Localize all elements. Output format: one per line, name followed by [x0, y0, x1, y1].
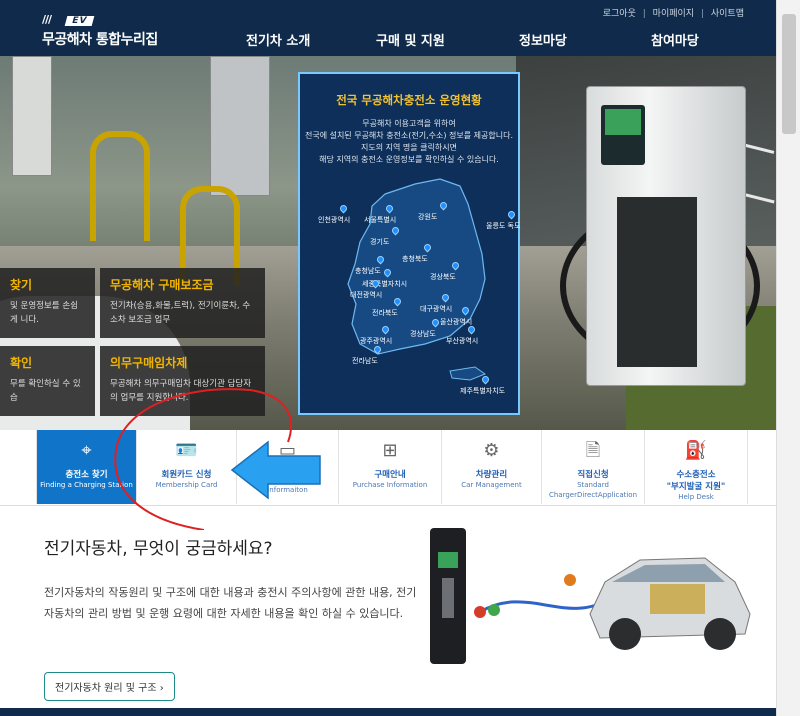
map-region-label[interactable]: 대구광역시 — [420, 304, 452, 314]
sitemap-link[interactable]: 사이트맵 — [709, 9, 746, 19]
logo-ev-badge: EV — [64, 16, 95, 26]
quick-direct-application[interactable]: 🗎 직접신청 Standard ChargerDirectApplication — [541, 430, 644, 504]
info-box-check[interactable]: 확인 무를 확인하실 수 있습 — [0, 346, 95, 416]
info-box-text: 무를 확인하실 수 있습 — [10, 379, 81, 403]
map-region-label[interactable]: 서울특별시 — [364, 215, 396, 225]
map-region-label[interactable]: 전라북도 — [372, 308, 398, 318]
building-pillar — [12, 56, 52, 176]
ev-charger-image — [586, 86, 746, 386]
quick-label: "부지발굴 지원" — [666, 482, 726, 492]
map-region-label[interactable]: 충청남도 — [355, 266, 381, 276]
map-region-label[interactable]: 부산광역시 — [446, 336, 478, 346]
map-region-label[interactable]: 세종특별자치시 — [362, 279, 407, 289]
info-box-title: 확인 — [10, 356, 33, 370]
info-box-title: 무공해차 구매보조금 — [110, 278, 214, 292]
logo-slashes: /// — [42, 13, 52, 26]
utility-links: 로그아웃 | 마이페이지 | 사이트맵 — [601, 6, 746, 19]
ev-illustration — [430, 528, 751, 664]
map-region-label[interactable]: 전라남도 — [352, 356, 378, 366]
location-pin-icon: ⌖ — [81, 440, 92, 461]
quick-label: 차량관리 — [475, 470, 508, 480]
map-region-label[interactable]: 광주광역시 — [360, 336, 392, 346]
section-paragraph: 전기자동차의 작동원리 및 구조에 대한 내용과 충전시 주의사항에 관한 내용… — [44, 586, 417, 620]
blue-annotation-arrow — [230, 440, 321, 500]
charger-door — [617, 197, 697, 367]
charger-slot — [442, 578, 454, 618]
quick-sub: Standard — [577, 481, 609, 489]
mypage-link[interactable]: 마이페이지 — [651, 9, 696, 19]
document-icon: 🗎 — [585, 440, 601, 461]
map-region-label[interactable]: 경기도 — [370, 237, 389, 247]
charging-map-panel: 전국 무공해차충전소 운영현황 무공해차 이용고객을 위하여 전국에 설치된 무… — [298, 72, 520, 415]
quick-purchase-info[interactable]: ⊞ 구매안내 Purchase Information — [338, 430, 441, 504]
jeju-outline — [449, 366, 487, 381]
info-box-text: 및 운영정보를 손쉽게 니다. — [10, 301, 78, 325]
connector-plug — [564, 574, 576, 586]
nav-participation[interactable]: 참여마당 — [651, 30, 699, 49]
site-logo[interactable]: /// EV 무공해차 통합누리집 — [42, 8, 158, 49]
building-pillar — [210, 56, 270, 196]
quick-car-management[interactable]: ⚙ 차량관리 Car Management — [441, 430, 541, 504]
info-box-text: 전기차(승용,화물,트럭), 전기이륜차, 수소차 보조금 업무 — [110, 301, 251, 325]
purchase-info-icon: ⊞ — [382, 440, 398, 461]
quick-hydrogen-help[interactable]: ⛽ 수소충전소 "부지발굴 지원" Help Desk — [644, 430, 748, 504]
quick-label: 수소충전소 — [676, 470, 716, 480]
quick-sub: Help Desk — [678, 493, 714, 501]
quick-label: 직접신청 — [577, 470, 609, 480]
car-battery — [650, 584, 705, 614]
quick-sub: Car Management — [461, 481, 522, 489]
logout-link[interactable]: 로그아웃 — [601, 9, 638, 19]
map-region-label[interactable]: 대전광역시 — [350, 290, 382, 300]
korea-map-outline — [347, 178, 487, 381]
charger-display — [438, 552, 458, 568]
map-region-label[interactable]: 강원도 — [418, 212, 437, 222]
util-separator: | — [642, 9, 646, 19]
connector-plug — [488, 604, 500, 616]
info-box-subsidy[interactable]: 무공해차 구매보조금 전기차(승용,화물,트럭), 전기이륜차, 수소차 보조금… — [100, 268, 265, 338]
section-heading: 전기자동차, 무엇이 궁금하세요? — [44, 539, 273, 559]
top-header: /// EV 무공해차 통합누리집 로그아웃 | 마이페이지 | 사이트맵 전기… — [0, 0, 776, 56]
map-region-label[interactable]: 경상남도 — [410, 329, 436, 339]
map-region-label[interactable]: 울릉도 독도 — [486, 221, 520, 231]
yellow-guard-rail — [90, 131, 150, 241]
nav-info[interactable]: 정보마당 — [519, 30, 567, 49]
arrow-shape — [230, 440, 321, 500]
hydrogen-icon: ⛽ — [684, 440, 708, 461]
footer-bar — [0, 708, 776, 716]
car-manage-icon: ⚙ — [483, 440, 500, 461]
map-region-label[interactable]: 인천광역시 — [318, 215, 350, 225]
vertical-scrollbar[interactable] — [776, 0, 800, 716]
car-wheel — [609, 618, 641, 650]
map-region-label[interactable]: 충청북도 — [402, 254, 428, 264]
nav-purchase-support[interactable]: 구매 및 지원 — [376, 30, 445, 49]
quick-label: 구매안내 — [374, 470, 406, 480]
charger-screen — [605, 109, 641, 135]
quick-sub: ChargerDirectApplication — [548, 491, 638, 499]
map-region-label[interactable]: 경상북도 — [430, 272, 456, 282]
connector-plug — [474, 606, 486, 618]
util-separator: | — [700, 9, 704, 19]
quick-sub: Purchase Information — [352, 481, 428, 489]
ev-principle-button[interactable]: 전기자동차 원리 및 구조 › — [44, 672, 175, 701]
info-box-title: 찾기 — [10, 278, 33, 292]
car-wheel — [704, 618, 736, 650]
info-box-find[interactable]: 찾기 및 운영정보를 손쉽게 니다. — [0, 268, 95, 338]
site-name: 무공해차 통합누리집 — [42, 32, 158, 48]
map-region-label[interactable]: 제주특별자치도 — [460, 386, 505, 396]
scrollbar-thumb[interactable] — [782, 14, 796, 134]
map-region-label[interactable]: 울산광역시 — [440, 317, 472, 327]
nav-ev-intro[interactable]: 전기차 소개 — [246, 30, 310, 49]
info-box-title: 의무구매임차제 — [110, 356, 188, 370]
